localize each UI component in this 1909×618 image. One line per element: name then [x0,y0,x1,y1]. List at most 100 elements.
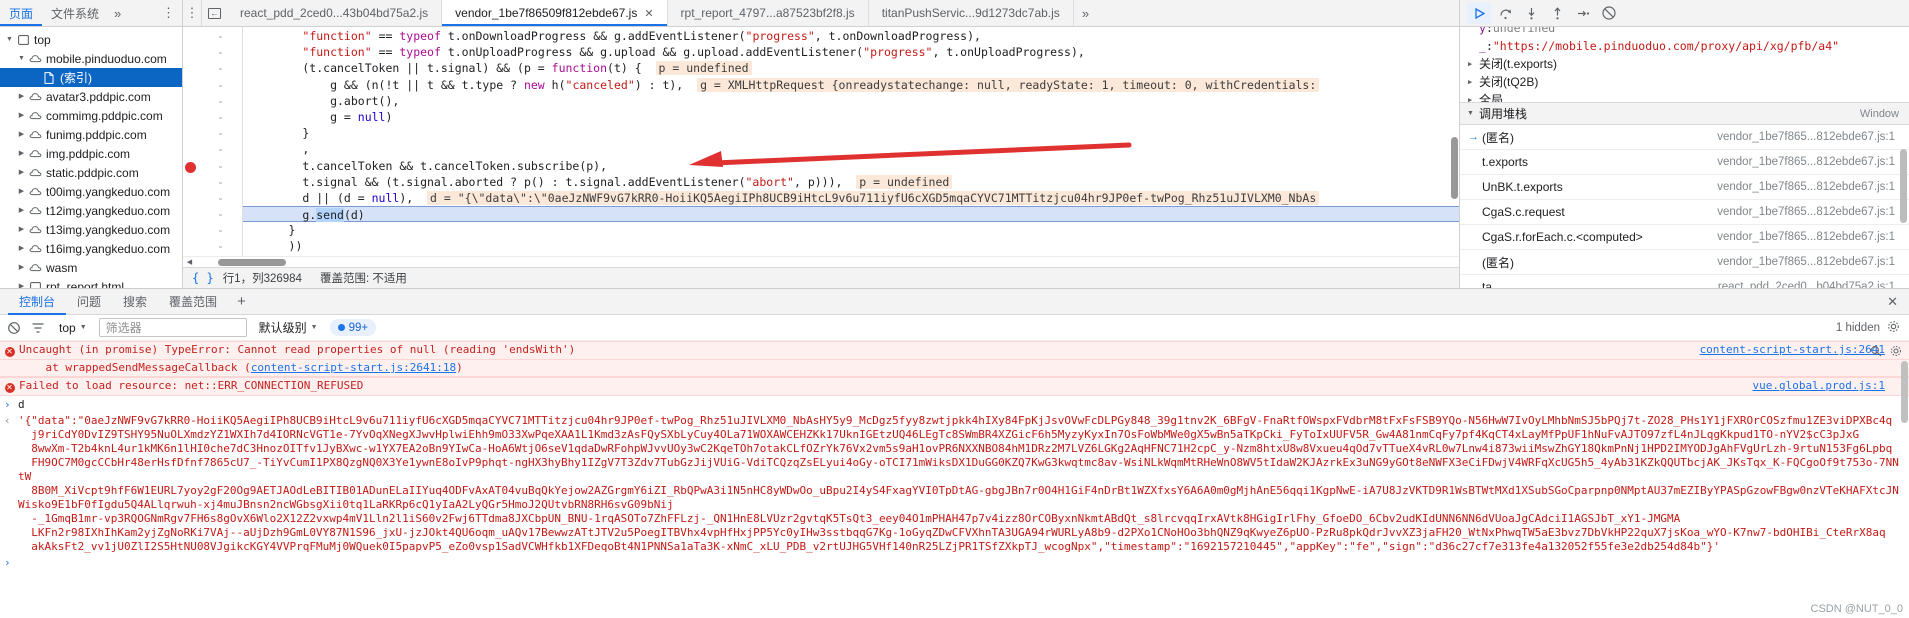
console-filter-input[interactable]: 筛选器 [98,318,247,337]
chevron-right-icon[interactable]: ▶ [16,207,27,214]
tree-item-avatar3-pddpic[interactable]: ▶ avatar3.pddpic.com [0,87,182,106]
chevron-right-icon[interactable]: ▶ [16,226,27,233]
scope-closure-t-exports[interactable]: ▶ 关闭(t.exports) [1460,55,1909,73]
callstack-row[interactable]: CgaS.c.request vendor_1be7f865...812ebde… [1460,200,1909,225]
stackframe-link[interactable]: content-script-start.js:2641:18 [251,361,456,374]
scope-pane[interactable]: y: undefined _: "https://mobile.pinduodu… [1460,27,1909,102]
console-message-source[interactable]: content-script-start.js:2641 [1700,343,1885,357]
chevron-right-icon[interactable]: ▶ [16,150,27,157]
breakpoint-gutter[interactable] [183,27,199,256]
chevron-right-icon[interactable]: ▶ [1468,73,1479,91]
step-over-icon[interactable] [1493,3,1517,24]
scope-property[interactable]: _: "https://mobile.pinduoduo.com/proxy/a… [1460,37,1909,55]
search-icon[interactable] [1870,345,1882,360]
tree-item-wasm[interactable]: ▶ wasm [0,258,182,277]
callstack-row[interactable]: (匿名) vendor_1be7f865...812ebde67.js:1 [1460,250,1909,275]
tree-item-t00img-yangkeduo[interactable]: ▶ t00img.yangkeduo.com [0,182,182,201]
console-message-list[interactable]: ✕ Uncaught (in promise) TypeError: Canno… [0,341,1909,618]
callstack-frame-file[interactable]: react_pdd_2ced0...b04bd75a2.js:1 [1718,281,1909,288]
chevron-down-icon[interactable]: ▼ [16,55,27,62]
console-prompt[interactable]: › [0,556,1909,570]
tree-item-rpt-report-html[interactable]: ▶ rpt_report.html [0,277,182,288]
editor-tab-react-pdd[interactable]: react_pdd_2ced0...43b04bd75a2.js [227,0,443,26]
tree-item-funimg-pddpic[interactable]: ▶ funimg.pddpic.com [0,125,182,144]
tree-item-commimg-pddpic[interactable]: ▶ commimg.pddpic.com [0,106,182,125]
more-vertical-icon[interactable]: ⋮ [155,0,182,26]
editor-tab-rpt-report[interactable]: rpt_report_4797...a87523bf2f8.js [667,0,869,26]
tree-item-index[interactable]: (索引) [0,68,182,87]
chevron-right-icon[interactable]: ▶ [16,169,27,176]
editor-horizontal-scrollbar[interactable]: ◀ [183,256,1459,267]
close-icon[interactable]: ✕ [1887,294,1909,310]
chevron-right-double-icon[interactable]: » [1074,0,1097,26]
show-navigator-icon[interactable]: ← [201,0,227,26]
chevron-right-icon[interactable]: ▶ [16,188,27,195]
console-error-stackframe[interactable]: at wrappedSendMessageCallback (content-s… [0,360,1909,377]
callstack-frame-file[interactable]: vendor_1be7f865...812ebde67.js:1 [1717,181,1909,193]
chevron-right-icon[interactable]: ▶ [16,283,27,288]
callstack-row[interactable]: t.exports vendor_1be7f865...812ebde67.js… [1460,150,1909,175]
more-vertical-icon[interactable]: ⋮ [183,0,201,26]
console-error-message[interactable]: ✕ Uncaught (in promise) TypeError: Canno… [0,341,1909,360]
tree-item-top[interactable]: ▼ top [0,30,182,49]
drawer-tab-search[interactable]: 搜索 [112,289,158,315]
chevron-right-icon[interactable]: ▶ [16,131,27,138]
chevron-right-icon[interactable]: ▶ [16,245,27,252]
chevron-right-icon[interactable]: ▶ [16,112,27,119]
scope-property[interactable]: y: undefined [1460,27,1909,37]
step-out-icon[interactable] [1545,3,1569,24]
editor-vertical-scrollbar[interactable] [1449,27,1459,256]
callstack-row[interactable]: ta react_pdd_2ced0...b04bd75a2.js:1 [1460,275,1909,288]
scope-closure-tq2b[interactable]: ▶ 关闭(tQ2B) [1460,73,1909,91]
chevron-right-icon[interactable]: ▶ [16,264,27,271]
callstack-frame-file[interactable]: vendor_1be7f865...812ebde67.js:1 [1717,206,1909,218]
drawer-tab-console[interactable]: 控制台 [8,289,66,315]
tree-item-t12img-yangkeduo[interactable]: ▶ t12img.yangkeduo.com [0,201,182,220]
breakpoint-marker[interactable] [185,162,196,173]
drawer-tab-coverage[interactable]: 覆盖范围 [158,289,228,315]
editor-code-view[interactable]: - - - - - - - - - - - - - - - - [183,27,1459,256]
navigator-tab-page[interactable]: 页面 [0,0,42,26]
tree-item-t16img-yangkeduo[interactable]: ▶ t16img.yangkeduo.com [0,239,182,258]
chevron-right-icon[interactable]: ▶ [1468,55,1479,73]
deactivate-breakpoints-icon[interactable] [1597,3,1621,24]
clear-console-icon[interactable] [4,318,23,337]
resume-icon[interactable] [1467,2,1491,24]
filter-sidebar-icon[interactable] [28,318,47,337]
drawer-tab-issues[interactable]: 问题 [66,289,112,315]
editor-tab-vendor[interactable]: vendor_1be7f86509f812ebde67.js ✕ [442,0,668,26]
console-scrollbar[interactable] [1900,341,1908,618]
close-icon[interactable]: ✕ [644,7,653,20]
console-error-message[interactable]: ✕ Failed to load resource: net::ERR_CONN… [0,377,1909,396]
tree-item-img-pddpic[interactable]: ▶ img.pddpic.com [0,144,182,163]
console-message-source[interactable]: vue.global.prod.js:1 [1753,379,1885,393]
step-icon[interactable] [1571,3,1595,24]
gear-icon[interactable] [1887,320,1900,336]
callstack-row[interactable]: CgaS.r.forEach.c.<computed> vendor_1be7f… [1460,225,1909,250]
tree-item-static-pddpic[interactable]: ▶ static.pddpic.com [0,163,182,182]
callstack-section-header[interactable]: ▼ 调用堆栈 Window [1460,102,1909,125]
tree-item-mobile-pinduoduo[interactable]: ▼ mobile.pinduoduo.com [0,49,182,68]
chevron-right-icon[interactable]: ▶ [1468,91,1479,102]
editor-tab-titanpushservice[interactable]: titanPushServic...9d1273dc7ab.js [868,0,1074,26]
format-braces-icon[interactable]: { } [189,271,223,285]
chevron-right-double-icon[interactable]: » [108,0,127,26]
scope-global[interactable]: ▶ 全局 [1460,91,1909,102]
chevron-down-icon[interactable]: ▼ [4,36,15,43]
chevron-right-icon[interactable]: ▶ [16,93,27,100]
plus-icon[interactable]: + [228,293,255,310]
step-into-icon[interactable] [1519,3,1543,24]
callstack-frame-file[interactable]: vendor_1be7f865...812ebde67.js:1 [1717,131,1909,143]
callstack-scrollbar[interactable] [1900,149,1907,223]
callstack-frame-file[interactable]: vendor_1be7f865...812ebde67.js:1 [1717,256,1909,268]
callstack-row[interactable]: → (匿名) vendor_1be7f865...812ebde67.js:1 [1460,125,1909,150]
callstack-frame-file[interactable]: vendor_1be7f865...812ebde67.js:1 [1717,231,1909,243]
tree-item-t13img-yangkeduo[interactable]: ▶ t13img.yangkeduo.com [0,220,182,239]
callstack-list[interactable]: → (匿名) vendor_1be7f865...812ebde67.js:1 … [1460,125,1909,288]
callstack-frame-file[interactable]: vendor_1be7f865...812ebde67.js:1 [1717,156,1909,168]
code-lines[interactable]: "function" == typeof t.onDownloadProgres… [243,27,1459,256]
issues-badge[interactable]: 99+ [329,319,377,336]
console-settings-icon[interactable] [1890,345,1902,360]
scroll-left-icon[interactable]: ◀ [183,258,196,266]
execution-context-selector[interactable]: top ▼ [52,318,94,337]
